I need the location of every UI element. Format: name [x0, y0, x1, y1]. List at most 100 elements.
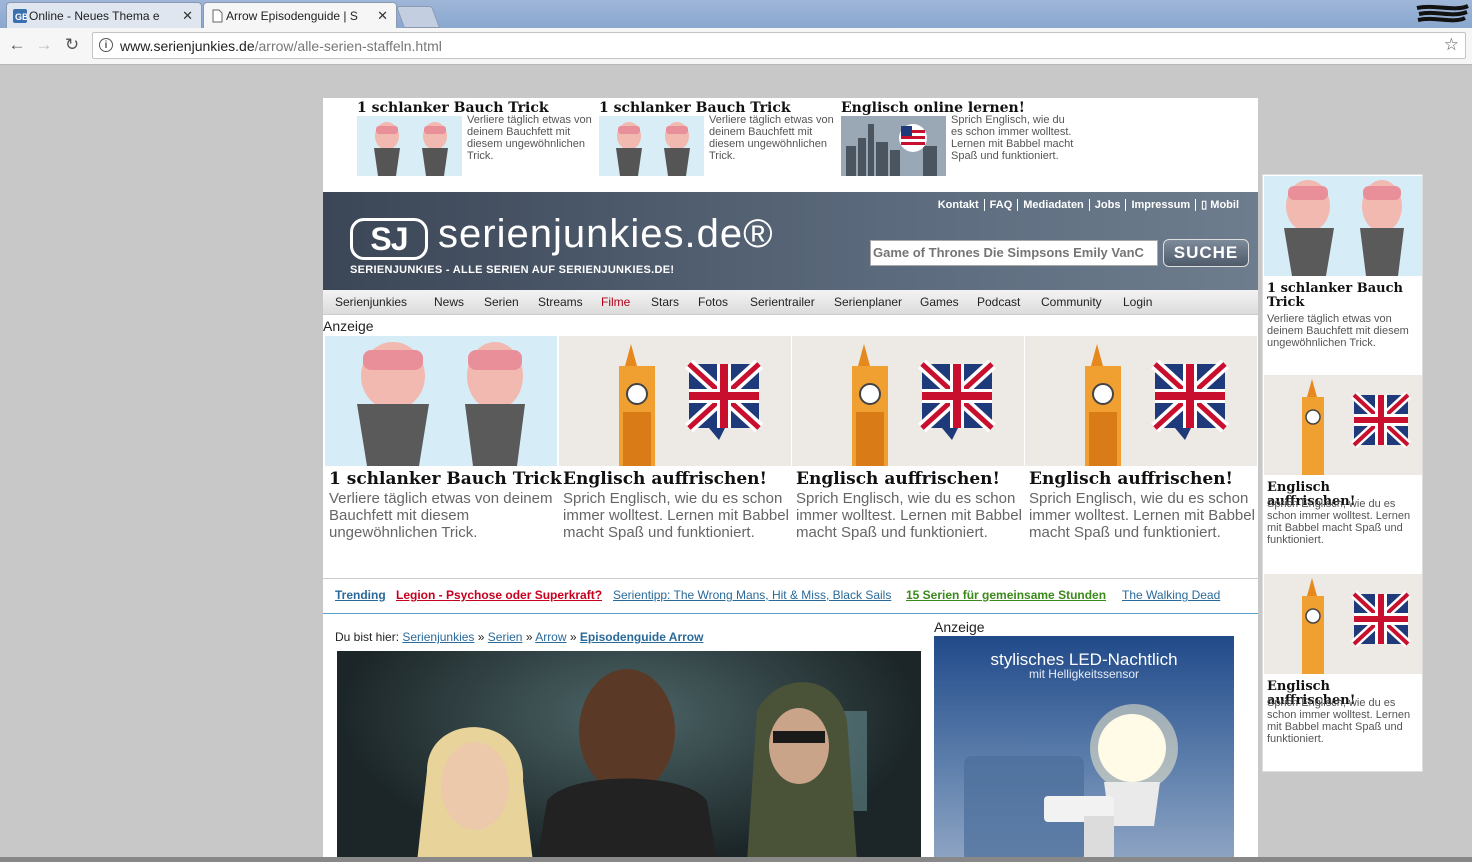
top-ad[interactable]: 1 schlanker Bauch Trick Verliere täglich…: [599, 100, 839, 176]
ad-text: Sprich Englisch, wie du es schon immer w…: [951, 114, 1074, 162]
ad-text: Sprich Englisch, wie du es schon immer w…: [1267, 498, 1411, 546]
bookmark-star-icon[interactable]: ☆: [1444, 35, 1459, 55]
forward-arrow-icon[interactable]: →: [35, 36, 53, 54]
nav-item-serienjunkies[interactable]: Serienjunkies: [335, 295, 407, 309]
ad-text: Sprich Englisch, wie du es schon immer w…: [796, 490, 1022, 541]
back-arrow-icon[interactable]: ←: [8, 36, 26, 54]
new-tab-button[interactable]: [395, 6, 441, 28]
cast-photo: [417, 669, 867, 862]
trending-link-legion[interactable]: Legion - Psychose oder Superkraft?: [396, 588, 602, 602]
bigben-flag-ad-image: [792, 336, 1024, 466]
trending-link-serientipp[interactable]: Serientipp: The Wrong Mans, Hit & Miss, …: [613, 588, 891, 602]
trending-link-15-serien[interactable]: 15 Serien für gemeinsame Stunden: [906, 588, 1106, 602]
right-sidebar-ads: 1 schlanker Bauch Trick Verliere täglich…: [1262, 174, 1423, 772]
top-ad-strip: 1 schlanker Bauch Trick Verliere täglich…: [323, 98, 1258, 192]
link-mediadaten[interactable]: Mediadaten: [1018, 199, 1090, 211]
tab-title: Online - Neues Thema e: [29, 8, 160, 23]
ad-text: Verliere täglich etwas von deinem Bauchf…: [329, 490, 553, 541]
address-bar[interactable]: i www.serienjunkies.de/arrow/alle-serien…: [92, 32, 1466, 59]
forum-favicon-icon: GB: [13, 9, 27, 23]
nav-item-login[interactable]: Login: [1123, 295, 1152, 309]
bottom-edge: [0, 857, 1472, 862]
ad-title: 1 schlanker Bauch Trick: [1267, 281, 1403, 310]
big-ad-row: 1 schlanker Bauch Trick Verliere täglich…: [323, 336, 1258, 578]
ad-label: Anzeige: [934, 619, 985, 635]
breadcrumb-episodenguide[interactable]: Episodenguide Arrow: [580, 630, 704, 644]
nav-item-serienplaner[interactable]: Serienplaner: [834, 295, 902, 309]
belly-ad-image: [325, 336, 557, 466]
ad-text: Sprich Englisch, wie du es schon immer w…: [1029, 490, 1255, 541]
big-ad[interactable]: Englisch auffrischen! Sprich Englisch, w…: [792, 336, 1024, 576]
nav-item-news[interactable]: News: [434, 295, 464, 309]
right-ad[interactable]: Englisch auffrischen! Sprich Englisch, w…: [1263, 375, 1422, 571]
info-icon[interactable]: i: [99, 38, 113, 52]
top-ad[interactable]: 1 schlanker Bauch Trick Verliere täglich…: [357, 100, 597, 176]
browser-tab-active[interactable]: Arrow Episodenguide | S ✕: [203, 2, 397, 28]
site-header: Kontakt FAQ Mediadaten Jobs Impressum ▯ Mobil…: [323, 192, 1258, 290]
ad-title: Englisch auffrischen!: [563, 469, 767, 489]
url-text: www.serienjunkies.de/arrow/alle-serien-s…: [120, 38, 442, 54]
header-top-links: Kontakt FAQ Mediadaten Jobs Impressum ▯ Mobil: [932, 198, 1244, 211]
main-navigation: Serienjunkies News Serien Streams Filme …: [323, 290, 1258, 315]
link-kontakt[interactable]: Kontakt: [932, 199, 985, 211]
breadcrumb-serien[interactable]: Serien: [488, 630, 523, 644]
breadcrumb: Du bist hier: Serienjunkies » Serien » A…: [335, 630, 704, 644]
redacted-scribble: [1416, 4, 1469, 23]
nav-item-serien[interactable]: Serien: [484, 295, 519, 309]
webpage: 1 schlanker Bauch Trick Verliere täglich…: [323, 98, 1258, 862]
reload-icon[interactable]: ↻: [63, 36, 81, 54]
close-tab-icon[interactable]: ✕: [182, 8, 193, 24]
nav-item-games[interactable]: Games: [920, 295, 959, 309]
series-hero-image: [337, 651, 921, 862]
nightlight-image: [964, 704, 1178, 862]
logo-name: serienjunkies.de®: [438, 212, 774, 256]
nav-item-streams[interactable]: Streams: [538, 295, 583, 309]
nav-item-filme[interactable]: Filme: [601, 295, 630, 309]
browser-tab-inactive[interactable]: GB Online - Neues Thema e ✕: [6, 2, 202, 28]
link-jobs[interactable]: Jobs: [1089, 199, 1127, 211]
big-ad[interactable]: Englisch auffrischen! Sprich Englisch, w…: [559, 336, 791, 576]
browser-tab-bar: GB Online - Neues Thema e ✕ Arrow Episod…: [0, 0, 1472, 28]
ad-title: Englisch auffrischen!: [796, 469, 1000, 489]
trending-bar: Trending Legion - Psychose oder Superkra…: [323, 578, 1258, 614]
close-tab-icon[interactable]: ✕: [377, 8, 388, 24]
page-favicon-icon: [212, 9, 223, 23]
search-input[interactable]: [871, 241, 1157, 263]
bigben-flag-ad-image: [1025, 336, 1257, 466]
ad-text: Sprich Englisch, wie du es schon immer w…: [1267, 697, 1411, 745]
big-ad[interactable]: Englisch auffrischen! Sprich Englisch, w…: [1025, 336, 1257, 576]
site-tagline: SERIENJUNKIES - ALLE SERIEN AUF SERIENJU…: [350, 264, 675, 276]
right-ad[interactable]: Englisch auffrischen! Sprich Englisch, w…: [1263, 574, 1422, 770]
bigben-flag-ad-image: [1264, 375, 1422, 475]
tab-title: Arrow Episodenguide | S: [226, 8, 358, 23]
ad-title: 1 schlanker Bauch Trick: [329, 469, 562, 489]
ad-subtitle: mit Helligkeitssensor: [1028, 667, 1140, 681]
nav-item-podcast[interactable]: Podcast: [977, 295, 1020, 309]
trending-label[interactable]: Trending: [335, 588, 386, 602]
link-impressum[interactable]: Impressum: [1126, 199, 1197, 211]
nav-item-stars[interactable]: Stars: [651, 295, 679, 309]
right-ad[interactable]: 1 schlanker Bauch Trick Verliere täglich…: [1263, 176, 1422, 372]
belly-ad-image: [357, 116, 462, 176]
nav-item-fotos[interactable]: Fotos: [698, 295, 728, 309]
trending-link-walking-dead[interactable]: The Walking Dead: [1122, 588, 1220, 602]
breadcrumb-serienjunkies[interactable]: Serienjunkies: [402, 630, 474, 644]
ad-text: Sprich Englisch, wie du es schon immer w…: [563, 490, 789, 541]
top-ad[interactable]: Englisch online lernen! Sprich Englisch,…: [841, 100, 1081, 176]
breadcrumb-arrow[interactable]: Arrow: [535, 630, 566, 644]
link-mobil[interactable]: ▯ Mobil: [1196, 199, 1244, 211]
svg-text:GB: GB: [15, 12, 27, 22]
big-ad[interactable]: 1 schlanker Bauch Trick Verliere täglich…: [325, 336, 562, 576]
nav-item-community[interactable]: Community: [1041, 295, 1102, 309]
search-field[interactable]: [870, 240, 1158, 266]
belly-ad-image: [599, 116, 704, 176]
ad-text: Verliere täglich etwas von deinem Bauchf…: [709, 114, 834, 162]
browser-toolbar: ← → ↻ i www.serienjunkies.de/arrow/alle-…: [0, 28, 1472, 65]
ad-title: Englisch auffrischen!: [1029, 469, 1233, 489]
ad-text: Verliere täglich etwas von deinem Bauchf…: [467, 114, 592, 162]
link-faq[interactable]: FAQ: [984, 199, 1019, 211]
nightlight-ad[interactable]: stylisches LED-Nachtlich mit Helligkeits…: [934, 636, 1234, 862]
ad-text: Verliere täglich etwas von deinem Bauchf…: [1267, 313, 1409, 349]
search-button[interactable]: SUCHE: [1163, 239, 1249, 267]
nav-item-serientrailer[interactable]: Serientrailer: [750, 295, 815, 309]
